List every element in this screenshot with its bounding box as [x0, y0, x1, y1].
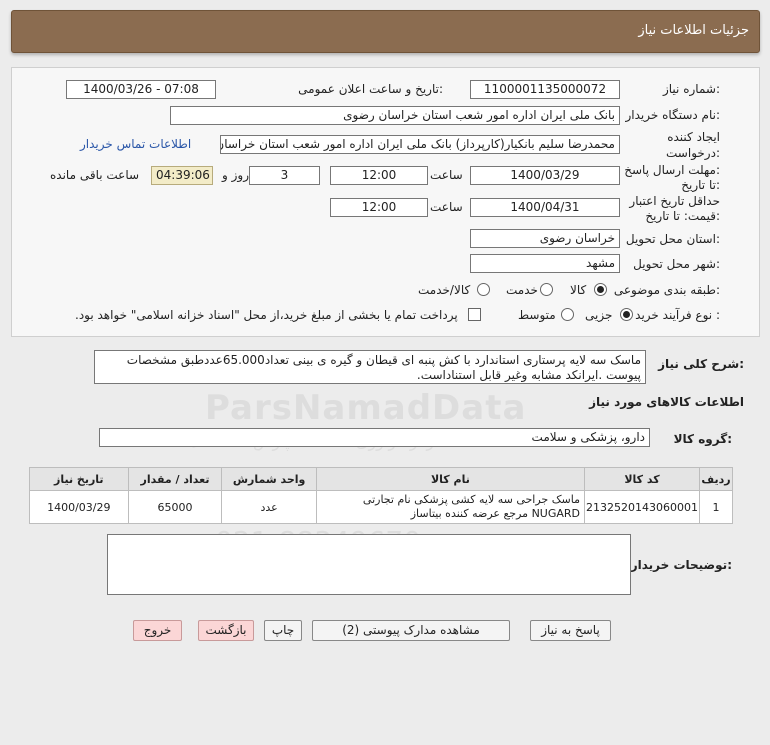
city-field: مشهد: [470, 254, 620, 273]
treasury-payment-note: پرداخت تمام یا بخشی از مبلغ خرید،از محل …: [75, 308, 458, 322]
view-attachments-button[interactable]: مشاهده مدارک پیوستی (2): [312, 620, 510, 641]
validity-time-label: ساعت: [430, 200, 463, 214]
deadline-date-field: 1400/03/29: [470, 166, 620, 185]
category-radio-goods[interactable]: [594, 283, 607, 296]
process-label: نوع فرآیند خرید :: [635, 308, 720, 322]
creator-label: ایجاد کننده: [667, 130, 720, 144]
exit-button[interactable]: خروج: [133, 620, 182, 641]
reply-button[interactable]: پاسخ به نیاز: [530, 620, 611, 641]
watermark-brand: ParsNamadData: [205, 388, 527, 428]
validity-date-field: 1400/04/31: [470, 198, 620, 217]
announce-date-field: 1400/03/26 - 07:08: [66, 80, 216, 99]
print-button[interactable]: چاپ: [264, 620, 302, 641]
deadline-time-label: ساعت: [430, 168, 463, 182]
back-button[interactable]: بازگشت: [198, 620, 254, 641]
category-label: طبقه بندی موضوعی:: [613, 283, 720, 297]
city-label: شهر محل تحویل:: [633, 257, 720, 271]
announce-date-label: تاریخ و ساعت اعلان عمومی:: [298, 82, 443, 96]
col-header-name: نام کالا: [315, 467, 586, 491]
province-label: استان محل تحویل:: [625, 232, 720, 246]
category-radio-service[interactable]: [540, 283, 553, 296]
deadline-label-2: تا تاریخ:: [681, 178, 720, 192]
page-title: جزئیات اطلاعات نیاز: [638, 23, 749, 38]
buyer-org-field: بانک ملی ایران اداره امور شعب استان خراس…: [170, 106, 620, 125]
deadline-label: مهلت ارسال پاسخ:: [624, 163, 720, 177]
province-field: خراسان رضوی: [470, 229, 620, 248]
cell-quantity: 65000: [127, 490, 223, 524]
col-header-unit: واحد شمارش: [221, 467, 317, 491]
need-number-field: 1100001135000072: [470, 80, 620, 99]
cell-index: 1: [699, 490, 733, 524]
validity-time-field: 12:00: [330, 198, 428, 217]
category-option-both: کالا/خدمت: [418, 283, 471, 297]
buyer-org-label: نام دستگاه خریدار:: [625, 108, 721, 122]
col-header-code: کد کالا: [584, 467, 701, 491]
cell-code: 2132520143060001: [584, 490, 701, 524]
remaining-days-label: روز و: [222, 168, 249, 182]
buyer-notes-label: توضیحات خریدار:: [630, 558, 732, 572]
col-header-index: ردیف: [699, 467, 733, 491]
remaining-days-field: 3: [249, 166, 320, 185]
category-radio-both[interactable]: [477, 283, 490, 296]
need-number-label: شماره نیاز:: [662, 82, 720, 96]
creator-field: محمدرضا سلیم بانکیار(کارپرداز) بانک ملی …: [220, 135, 620, 154]
treasury-payment-checkbox[interactable]: [468, 308, 481, 321]
buyer-notes-box: [107, 534, 631, 595]
cell-date: 1400/03/29: [29, 490, 129, 524]
items-table: تاریخ نیاز تعداد / مقدار واحد شمارش نام …: [29, 467, 733, 524]
process-radio-medium[interactable]: [561, 308, 574, 321]
cell-name: ماسک جراحی سه لایه کشی پزشکی نام تجارتی …: [315, 490, 586, 524]
creator-label-2: درخواست:: [666, 146, 720, 160]
process-option-medium: متوسط: [518, 308, 556, 322]
category-option-goods: کالا: [570, 283, 587, 297]
process-radio-partial[interactable]: [620, 308, 633, 321]
page-header: جزئیات اطلاعات نیاز: [11, 10, 760, 53]
process-option-partial: جزیی: [585, 308, 613, 322]
remaining-time-field: 04:39:06: [151, 166, 213, 185]
table-header-row: تاریخ نیاز تعداد / مقدار واحد شمارش نام …: [29, 467, 733, 491]
remaining-time-label: ساعت باقی مانده: [50, 168, 140, 182]
goods-group-label: گروه کالا:: [673, 432, 732, 446]
goods-info-title: اطلاعات کالاهای مورد نیاز: [589, 395, 744, 409]
col-header-date: تاریخ نیاز: [29, 467, 129, 491]
summary-text: ماسک سه لایه پرستاری استاندارد با کش پنب…: [94, 350, 646, 384]
buyer-contact-link[interactable]: اطلاعات تماس خریدار: [80, 137, 191, 151]
col-header-quantity: تعداد / مقدار: [127, 467, 223, 491]
summary-label: شرح کلی نیاز:: [658, 357, 744, 371]
cell-unit: عدد: [221, 490, 317, 524]
validity-label: حداقل تاریخ اعتبار: [629, 194, 720, 208]
goods-group-field: دارو، پزشکی و سلامت: [99, 428, 650, 447]
validity-label-2: قیمت: تا تاریخ:: [645, 209, 720, 223]
table-row[interactable]: 1400/03/29 65000 عدد ماسک جراحی سه لایه …: [29, 490, 733, 524]
deadline-time-field: 12:00: [330, 166, 428, 185]
category-option-service: خدمت: [506, 283, 538, 297]
